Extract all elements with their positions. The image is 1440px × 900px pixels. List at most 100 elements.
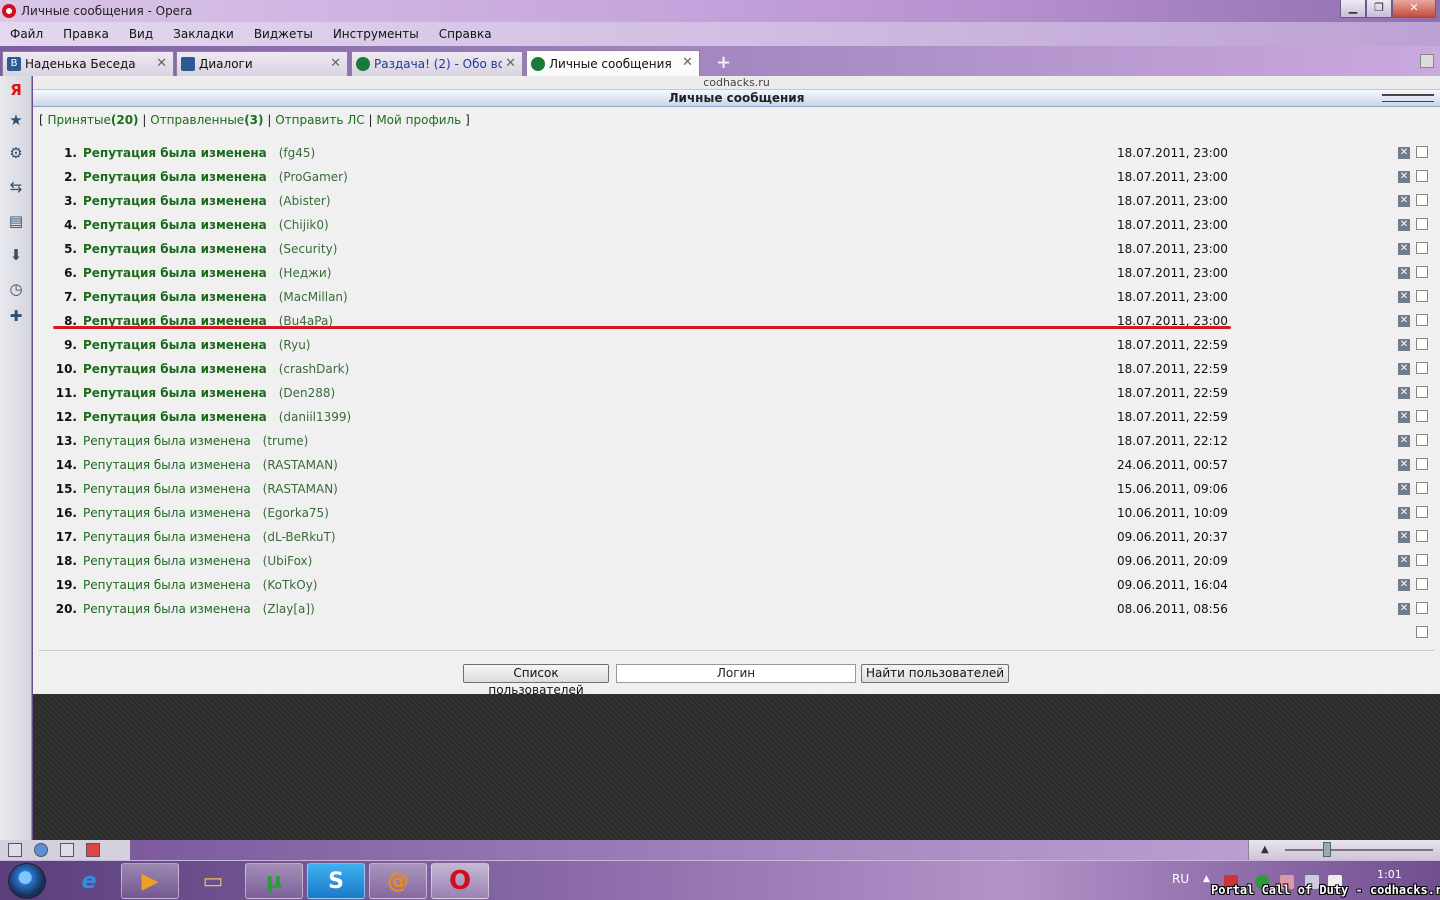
delete-message-icon[interactable]: ✕ (1398, 531, 1410, 543)
message-link[interactable]: Репутация была изменена (Abister) (83, 194, 331, 208)
message-checkbox[interactable] (1416, 482, 1428, 494)
bookmarks-star-icon[interactable]: ★ (8, 112, 24, 128)
message-link[interactable]: Репутация была изменена (Egorka75) (83, 506, 329, 520)
message-link[interactable]: Репутация была изменена (UbiFox) (83, 554, 312, 568)
login-input[interactable]: Логин (616, 664, 856, 683)
history-clock-icon[interactable]: ◷ (8, 281, 24, 297)
tab-close-icon[interactable]: ✕ (156, 56, 167, 71)
message-checkbox[interactable] (1416, 530, 1428, 542)
message-link[interactable]: Репутация была изменена (MacMillan) (83, 290, 348, 304)
user-list-button[interactable]: Список пользователей (463, 664, 609, 697)
maximize-button[interactable]: ❐ (1366, 0, 1392, 18)
delete-message-icon[interactable]: ✕ (1398, 411, 1410, 423)
opera-link-icon[interactable] (86, 843, 100, 857)
message-link[interactable]: Репутация была изменена (Security) (83, 242, 337, 256)
delete-message-icon[interactable]: ✕ (1398, 267, 1410, 279)
delete-message-icon[interactable]: ✕ (1398, 147, 1410, 159)
panel-toggle-icon[interactable] (8, 843, 22, 857)
turbo-icon[interactable] (60, 843, 74, 857)
message-link[interactable]: Репутация была изменена (crashDark) (83, 362, 349, 376)
delete-message-icon[interactable]: ✕ (1398, 579, 1410, 591)
send-pm-link[interactable]: Отправить ЛС (275, 113, 364, 127)
menu-tools[interactable]: Инструменты (333, 27, 419, 41)
delete-message-icon[interactable]: ✕ (1398, 483, 1410, 495)
menu-file[interactable]: Файл (10, 27, 43, 41)
delete-message-icon[interactable]: ✕ (1398, 435, 1410, 447)
zoom-arrow-icon[interactable]: ▲ (1261, 844, 1269, 855)
notes-icon[interactable]: ▤ (8, 213, 24, 229)
menu-widgets[interactable]: Виджеты (254, 27, 313, 41)
delete-message-icon[interactable]: ✕ (1398, 459, 1410, 471)
opera-icon[interactable]: O (431, 863, 489, 899)
message-link[interactable]: Репутация была изменена (Ryu) (83, 338, 311, 352)
clock[interactable]: 1:01 (1377, 868, 1402, 881)
tab-close-icon[interactable]: ✕ (505, 56, 516, 71)
message-link[interactable]: Репутация была изменена (Zlay[a]) (83, 602, 315, 616)
mail-agent-icon[interactable]: @ (369, 863, 427, 899)
language-indicator[interactable]: RU (1172, 872, 1189, 886)
resize-handle-icon[interactable] (1382, 94, 1434, 102)
menu-bookmarks[interactable]: Закладки (173, 27, 234, 41)
media-player-icon[interactable]: ▶ (121, 863, 179, 899)
message-checkbox[interactable] (1416, 506, 1428, 518)
message-checkbox[interactable] (1416, 578, 1428, 590)
share-icon[interactable]: ⇆ (8, 179, 24, 195)
opera-unite-icon[interactable] (34, 843, 48, 857)
explorer-folder-icon[interactable]: ▭ (184, 863, 242, 899)
message-checkbox[interactable] (1416, 554, 1428, 566)
message-checkbox[interactable] (1416, 410, 1428, 422)
delete-message-icon[interactable]: ✕ (1398, 291, 1410, 303)
delete-message-icon[interactable]: ✕ (1398, 243, 1410, 255)
delete-message-icon[interactable]: ✕ (1398, 315, 1410, 327)
delete-message-icon[interactable]: ✕ (1398, 507, 1410, 519)
settings-gear-icon[interactable]: ⚙ (8, 145, 24, 161)
message-link[interactable]: Репутация была изменена (ProGamer) (83, 170, 348, 184)
delete-message-icon[interactable]: ✕ (1398, 195, 1410, 207)
message-checkbox[interactable] (1416, 602, 1428, 614)
start-button[interactable] (8, 863, 46, 899)
tab-nadenka-beseda[interactable]: B Наденька Беседа ✕ (2, 51, 174, 76)
add-panel-icon[interactable]: ✚ (8, 308, 24, 324)
message-checkbox[interactable] (1416, 146, 1428, 158)
menu-edit[interactable]: Правка (63, 27, 109, 41)
message-checkbox[interactable] (1416, 386, 1428, 398)
message-link[interactable]: Репутация была изменена (RASTAMAN) (83, 482, 338, 496)
message-checkbox[interactable] (1416, 458, 1428, 470)
delete-message-icon[interactable]: ✕ (1398, 555, 1410, 567)
tab-close-icon[interactable]: ✕ (330, 56, 341, 71)
message-checkbox[interactable] (1416, 338, 1428, 350)
message-link[interactable]: Репутация была изменена (daniil1399) (83, 410, 351, 424)
tab-razdacha[interactable]: Раздача! (2) - Обо все... ✕ (351, 51, 523, 76)
message-link[interactable]: Репутация была изменена (trume) (83, 434, 308, 448)
message-checkbox[interactable] (1416, 314, 1428, 326)
message-checkbox[interactable] (1416, 266, 1428, 278)
message-checkbox[interactable] (1416, 194, 1428, 206)
new-tab-button[interactable]: + (716, 52, 731, 73)
delete-message-icon[interactable]: ✕ (1398, 603, 1410, 615)
minimize-button[interactable]: ▁ (1340, 0, 1366, 18)
delete-message-icon[interactable]: ✕ (1398, 171, 1410, 183)
utorrent-icon[interactable]: µ (245, 863, 303, 899)
message-checkbox[interactable] (1416, 218, 1428, 230)
delete-message-icon[interactable]: ✕ (1398, 219, 1410, 231)
yandex-icon[interactable]: Я (8, 82, 24, 98)
delete-message-icon[interactable]: ✕ (1398, 363, 1410, 375)
my-profile-link[interactable]: Мой профиль (376, 113, 461, 127)
close-window-button[interactable]: ✕ (1392, 0, 1436, 18)
trash-icon[interactable] (1420, 54, 1434, 68)
message-checkbox[interactable] (1416, 170, 1428, 182)
message-link[interactable]: Репутация была изменена (Chijik0) (83, 218, 329, 232)
inbox-link[interactable]: Принятые(20) (48, 113, 139, 127)
message-checkbox[interactable] (1416, 290, 1428, 302)
message-checkbox[interactable] (1416, 242, 1428, 254)
message-link[interactable]: Репутация была изменена (KoTkOy) (83, 578, 317, 592)
zoom-slider[interactable]: ▲ (1248, 840, 1440, 860)
sent-link[interactable]: Отправленные(3) (150, 113, 263, 127)
internet-explorer-icon[interactable]: e (60, 863, 118, 899)
select-all-checkbox[interactable] (1416, 626, 1428, 638)
tab-private-messages[interactable]: Личные сообщения ✕ (526, 50, 700, 76)
menu-view[interactable]: Вид (129, 27, 153, 41)
message-link[interactable]: Репутация была изменена (fg45) (83, 146, 315, 160)
find-users-button[interactable]: Найти пользователей (861, 664, 1009, 683)
menu-help[interactable]: Справка (439, 27, 492, 41)
